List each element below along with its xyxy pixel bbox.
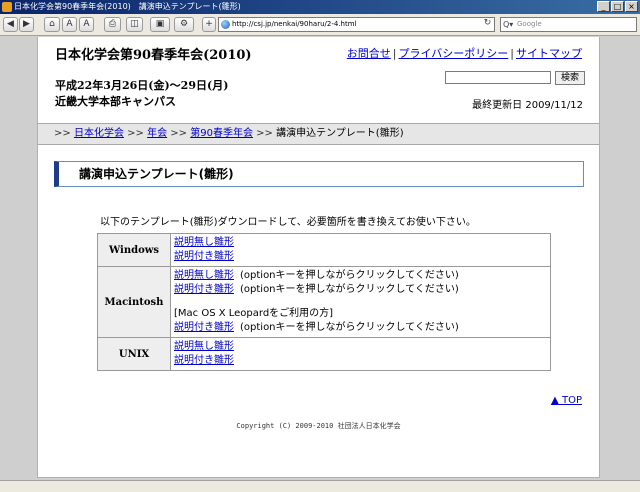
address-bar[interactable]: http://csj.jp/nenkai/90haru/2-4.html bbox=[218, 17, 495, 32]
breadcrumb-current: 講演申込テンプレート(雛形) bbox=[276, 128, 404, 139]
browser-search-field[interactable]: Q▾ Google bbox=[500, 17, 637, 32]
web-page: 日本化学会第90春季年会(2010) お問合せ | プライバシーポリシー | サイトマッ… bbox=[37, 37, 600, 478]
copyright: Copyright (C) 2009-2010 社団法人日本化学会 bbox=[236, 422, 401, 430]
page-menu-button[interactable]: ▣ bbox=[150, 17, 170, 32]
text-larger-button[interactable]: A bbox=[79, 17, 94, 32]
table-row: UNIX 説明無し雛形 説明付き雛形 bbox=[97, 337, 551, 371]
windows-plain-template-link[interactable]: 説明無し雛形 bbox=[174, 237, 234, 248]
add-bookmark-button[interactable]: + bbox=[202, 17, 216, 32]
page-heading: 講演申込テンプレート(雛形) bbox=[54, 161, 584, 187]
event-dates: 平成22年3月26日(金)〜29日(月) bbox=[55, 79, 229, 92]
sitemap-link[interactable]: サイトマップ bbox=[516, 47, 582, 60]
window-titlebar: 日本化学会第90春季年会(2010) 講演申込テンプレート(雛形) _ □ × bbox=[0, 0, 640, 14]
forward-button[interactable]: ▶ bbox=[19, 17, 34, 32]
breadcrumb-item-90haru[interactable]: 第90春季年会 bbox=[190, 128, 253, 139]
close-button[interactable]: × bbox=[625, 1, 638, 12]
print-button[interactable]: ⎙ bbox=[104, 17, 121, 32]
site-title: 日本化学会第90春季年会(2010) bbox=[55, 48, 252, 63]
table-row: Windows 説明無し雛形 説明付き雛形 bbox=[97, 233, 551, 267]
status-bar bbox=[0, 480, 640, 492]
breadcrumb-item-nenkai[interactable]: 年会 bbox=[147, 128, 167, 139]
option-key-note: (optionキーを押しながらクリックしてください) bbox=[240, 270, 459, 281]
unix-annotated-template-link[interactable]: 説明付き雛形 bbox=[174, 355, 234, 366]
links-cell: 説明無し雛形 (optionキーを押しながらクリックしてください) 説明付き雛形 (… bbox=[170, 266, 551, 338]
up-arrow-icon: ▲ bbox=[551, 395, 559, 406]
os-cell-windows: Windows bbox=[97, 233, 171, 267]
mac-annotated-template-link[interactable]: 説明付き雛形 bbox=[174, 284, 234, 295]
link-separator: | bbox=[510, 47, 514, 60]
leopard-annotated-template-link[interactable]: 説明付き雛形 bbox=[174, 322, 234, 333]
search-placeholder: Google bbox=[517, 20, 542, 28]
mac-plain-template-link[interactable]: 説明無し雛形 bbox=[174, 270, 234, 281]
globe-icon bbox=[221, 20, 230, 29]
maximize-button[interactable]: □ bbox=[611, 1, 624, 12]
back-to-top-link[interactable]: ▲ TOP bbox=[551, 395, 582, 406]
os-cell-macintosh: Macintosh bbox=[97, 266, 171, 338]
breadcrumb-item-csj[interactable]: 日本化学会 bbox=[74, 128, 124, 139]
text-smaller-button[interactable]: A bbox=[62, 17, 77, 32]
intro-text: 以下のテンプレート(雛形)ダウンロードして、必要箇所を書き換えてお使い下さい。 bbox=[100, 217, 476, 228]
top-label: TOP bbox=[561, 395, 582, 406]
os-cell-unix: UNIX bbox=[97, 337, 171, 371]
browser-toolbar: ◀ ▶ ⌂ A A ⎙ ◫ ▣ ⚙ + http://csj.jp/nenkai… bbox=[0, 14, 640, 36]
breadcrumb-separator: >> bbox=[170, 128, 188, 139]
contact-link[interactable]: お問合せ bbox=[347, 47, 391, 60]
home-button[interactable]: ⌂ bbox=[44, 17, 60, 32]
unix-plain-template-link[interactable]: 説明無し雛形 bbox=[174, 341, 234, 352]
minimize-button[interactable]: _ bbox=[597, 1, 610, 12]
window-controls: _ □ × bbox=[597, 1, 638, 12]
breadcrumb: >> 日本化学会 >> 年会 >> 第90春季年会 >> 講演申込テンプレート(… bbox=[38, 123, 599, 145]
back-button[interactable]: ◀ bbox=[3, 17, 18, 32]
breadcrumb-separator: >> bbox=[256, 128, 273, 139]
template-table: Windows 説明無し雛形 説明付き雛形 Macintosh 説明無し雛形 (o… bbox=[97, 233, 551, 371]
bookmarks-button[interactable]: ◫ bbox=[126, 17, 143, 32]
app-icon bbox=[2, 2, 12, 12]
leopard-label: [Mac OS X Leopardをご利用の方] bbox=[174, 308, 334, 319]
links-cell: 説明無し雛形 説明付き雛形 bbox=[170, 233, 551, 267]
last-updated: 最終更新日 2009/11/12 bbox=[472, 100, 583, 111]
address-url: http://csj.jp/nenkai/90haru/2-4.html bbox=[232, 20, 357, 28]
search-engine-icon[interactable]: Q▾ bbox=[503, 18, 513, 31]
reload-icon[interactable]: ↻ bbox=[481, 17, 494, 30]
option-key-note: (optionキーを押しながらクリックしてください) bbox=[240, 284, 459, 295]
event-venue: 近畿大学本部キャンパス bbox=[55, 95, 176, 108]
link-separator: | bbox=[392, 47, 397, 60]
windows-annotated-template-link[interactable]: 説明付き雛形 bbox=[174, 251, 234, 262]
breadcrumb-separator: >> bbox=[54, 128, 71, 139]
content-viewport: 日本化学会第90春季年会(2010) お問合せ | プライバシーポリシー | サイトマッ… bbox=[0, 37, 640, 480]
links-cell: 説明無し雛形 説明付き雛形 bbox=[170, 337, 551, 371]
privacy-policy-link[interactable]: プライバシーポリシー bbox=[399, 47, 509, 60]
table-row: Macintosh 説明無し雛形 (optionキーを押しながらクリックしてくださ… bbox=[97, 266, 551, 338]
option-key-note: (optionキーを押しながらクリックしてください) bbox=[240, 322, 459, 333]
settings-button[interactable]: ⚙ bbox=[174, 17, 194, 32]
window-title: 日本化学会第90春季年会(2010) 講演申込テンプレート(雛形) bbox=[14, 2, 241, 11]
breadcrumb-separator: >> bbox=[127, 128, 144, 139]
header-links: お問合せ | プライバシーポリシー | サイトマップ bbox=[347, 45, 582, 61]
site-search-button[interactable]: 検索 bbox=[555, 71, 585, 85]
site-search-input[interactable] bbox=[445, 71, 551, 84]
